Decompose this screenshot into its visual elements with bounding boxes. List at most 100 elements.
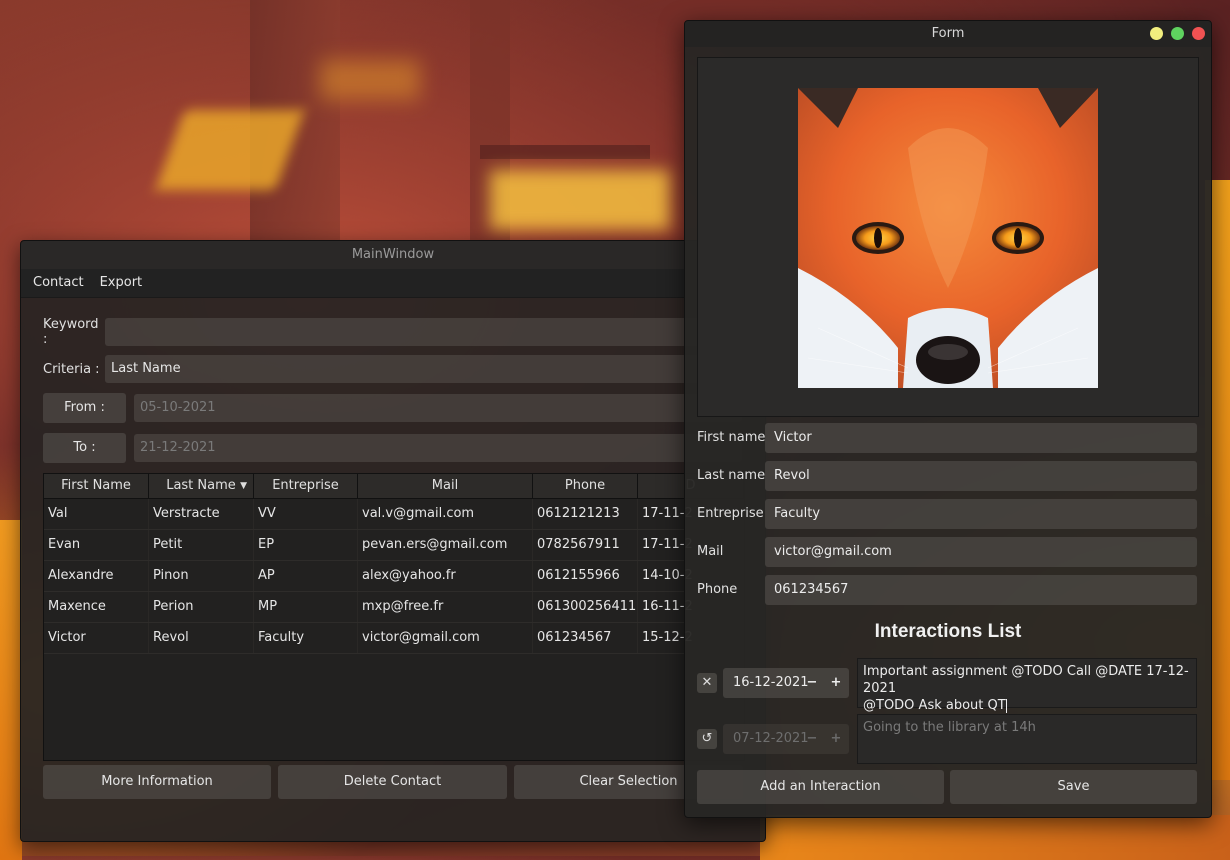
cell: 061234567 [533,623,638,653]
undo-icon[interactable]: ↺ [697,729,717,749]
cell: MP [254,592,358,622]
wallpaper-glow [0,520,22,860]
cell: Petit [149,530,254,560]
add-interaction-button[interactable]: Add an Interaction [697,770,944,804]
delete-contact-button[interactable]: Delete Contact [278,765,507,799]
from-date-field[interactable]: 05-10-2021 [134,394,742,422]
wallpaper-trunk [250,0,340,260]
first-name-field[interactable]: Victor [765,423,1197,453]
cell: Pinon [149,561,254,591]
first-name-label: First name [697,430,766,445]
menubar: Contact Export [21,269,765,298]
cell: 061300256411 [533,592,638,622]
cell: pevan.ers@gmail.com [358,530,533,560]
sort-descending-icon: ▼ [240,481,247,491]
close-icon[interactable]: ✕ [697,673,717,693]
from-button[interactable]: From : [43,393,126,423]
decrement-icon[interactable]: − [805,724,819,754]
last-name-label: Last name [697,468,766,483]
wallpaper-glow [760,815,1230,860]
table-header: First Name Last Name ▼ Entreprise Mail P… [44,474,744,499]
cell: val.v@gmail.com [358,499,533,529]
col-last-name-label: Last Name [166,478,236,493]
maximize-button[interactable] [1171,27,1184,40]
col-entreprise[interactable]: Entreprise [254,474,358,498]
mail-label: Mail [697,544,724,559]
menu-export[interactable]: Export [92,269,151,297]
wallpaper-leaf [320,60,420,100]
minimize-button[interactable] [1150,27,1163,40]
interaction-date-stepper[interactable]: 07-12-2021 − + [723,724,849,754]
interaction-notes-text: Important assignment @TODO Call @DATE 17… [863,664,1189,713]
cell: EP [254,530,358,560]
form-title: Form [931,26,965,41]
interactions-title: Interactions List [874,621,1022,642]
wallpaper-leaf [155,110,305,190]
cell: VV [254,499,358,529]
decrement-icon[interactable]: − [805,668,819,698]
entreprise-label: Entreprise [697,506,764,521]
phone-field[interactable]: 061234567 [765,575,1197,605]
cell: 0612121213 [533,499,638,529]
interaction-notes[interactable]: Important assignment @TODO Call @DATE 17… [857,658,1197,713]
main-window-title[interactable]: MainWindow [21,241,765,269]
to-row: To : 21-12-2021 [43,433,743,463]
main-window: MainWindow Contact Export Keyword : Crit… [20,240,766,842]
cell: Verstracte [149,499,254,529]
keyword-input[interactable] [105,318,743,346]
col-first-name[interactable]: First Name [44,474,149,498]
window-controls [1150,27,1205,40]
menu-contact[interactable]: Contact [25,269,92,297]
from-row: From : 05-10-2021 [43,393,743,423]
cell: Evan [44,530,149,560]
col-phone[interactable]: Phone [533,474,638,498]
increment-icon[interactable]: + [829,668,843,698]
cell: Victor [44,623,149,653]
table-row[interactable]: Val Verstracte VV val.v@gmail.com 061212… [44,499,744,530]
wallpaper-branch [480,145,650,159]
to-date-field[interactable]: 21-12-2021 [134,434,742,462]
cell: Val [44,499,149,529]
keyword-row: Keyword : [43,317,743,347]
table-row[interactable]: Alexandre Pinon AP alex@yahoo.fr 0612155… [44,561,744,592]
cell: victor@gmail.com [358,623,533,653]
table-row[interactable]: Evan Petit EP pevan.ers@gmail.com 078256… [44,530,744,561]
table-row[interactable]: Victor Revol Faculty victor@gmail.com 06… [44,623,744,654]
more-information-button[interactable]: More Information [43,765,271,799]
fox-photo [798,88,1098,388]
text-caret [1005,698,1007,713]
last-name-field[interactable]: Revol [765,461,1197,491]
contacts-table: First Name Last Name ▼ Entreprise Mail P… [43,473,745,761]
cell: mxp@free.fr [358,592,533,622]
wallpaper-trunk [470,0,510,250]
cell: 0782567911 [533,530,638,560]
entreprise-field[interactable]: Faculty [765,499,1197,529]
interaction-date: 16-12-2021 [733,675,809,690]
interaction-date-stepper[interactable]: 16-12-2021 − + [723,668,849,698]
cell: AP [254,561,358,591]
criteria-row: Criteria : Last Name [43,355,743,383]
table-row[interactable]: Maxence Perion MP mxp@free.fr 0613002564… [44,592,744,623]
save-button[interactable]: Save [950,770,1197,804]
col-last-name[interactable]: Last Name ▼ [149,474,254,498]
cell: Maxence [44,592,149,622]
cell: Alexandre [44,561,149,591]
cell: 0612155966 [533,561,638,591]
to-button[interactable]: To : [43,433,126,463]
mail-field[interactable]: victor@gmail.com [765,537,1197,567]
photo-frame [697,57,1199,417]
criteria-select[interactable]: Last Name [105,355,743,383]
phone-label: Phone [697,582,738,597]
increment-icon[interactable]: + [829,724,843,754]
keyword-label: Keyword : [43,317,99,347]
col-mail[interactable]: Mail [358,474,533,498]
form-window: Form First name Victor Last name Revol E… [684,20,1212,818]
cell: Revol [149,623,254,653]
cell: Perion [149,592,254,622]
interaction-notes[interactable]: Going to the library at 14h [857,714,1197,764]
cell: Faculty [254,623,358,653]
criteria-label: Criteria : [43,361,100,377]
close-button[interactable] [1192,27,1205,40]
interaction-date: 07-12-2021 [733,731,809,746]
form-title-bar[interactable]: Form [685,21,1211,47]
